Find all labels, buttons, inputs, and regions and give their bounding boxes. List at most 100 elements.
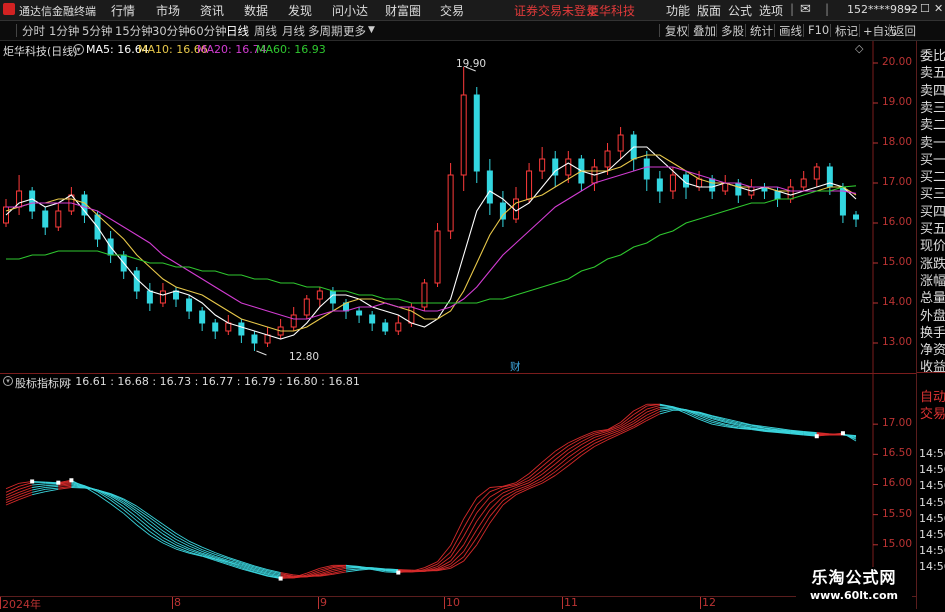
chevron-down-icon[interactable]: ▼ [368,25,375,35]
side-quote-label: 卖一 [920,135,945,151]
x-tick-mark [562,597,563,609]
app-title: 通达信金融终端 [19,5,96,18]
side-quote-label: 净资 [920,343,945,359]
y-tick-label: 17.00 [881,417,912,430]
indicator-line-l6 [672,408,687,411]
candle-body [604,150,611,168]
x-tick-label: 11 [564,596,578,609]
menu-item-data[interactable]: 数据 [244,2,268,19]
period-monthly[interactable]: 月线 [282,23,305,39]
menu-item-trade[interactable]: 交易 [440,2,464,19]
toolbar-divider [688,24,689,37]
indicator-line-l5 [5,494,20,501]
indicator-line-l5 [18,489,33,496]
indicator-line-l5 [659,407,673,410]
period-60min[interactable]: 60分钟 [189,23,227,39]
candle-body [29,190,36,212]
tick-time-label: 14:56 [919,447,945,460]
indicator-line-l1 [5,482,20,490]
candle-body [617,134,624,152]
side-quote-label: 卖四 [920,83,945,99]
menu-item-formula[interactable]: 公式 [728,2,752,19]
login-notice[interactable]: 证券交易未登录 [514,2,598,19]
candle-body [696,178,703,188]
period-5min[interactable]: 5分钟 [82,23,112,39]
minimize-icon[interactable]: — [904,2,915,15]
watermark-url: www.60lt.com [809,589,899,602]
close-icon[interactable]: ✕ [934,2,943,15]
turning-point-marker [69,478,74,483]
menu-item-options[interactable]: 选项 [759,2,783,19]
tick-time-label: 14:56 [919,528,945,541]
menu-item-ask[interactable]: 问小达 [332,2,368,19]
watermark-title: 乐淘公式网 [811,568,897,587]
period-15min[interactable]: 15分钟 [115,23,153,39]
menu-item-markets[interactable]: 市场 [156,2,180,19]
draw-line-button[interactable]: 画线 [779,23,802,39]
ma-line-ma60 [6,185,857,304]
period-weekly[interactable]: 周线 [254,23,277,39]
indicator-line-l2 [5,485,20,493]
restore-rights-button[interactable]: 复权 [665,23,688,39]
menu-item-function[interactable]: 功能 [666,2,690,19]
candle-body [199,310,206,324]
candle-body [159,290,166,304]
period-more[interactable]: 更多 [343,23,366,39]
indicator-line-l7 [136,505,151,516]
candle-body [669,174,676,192]
mark-button[interactable]: 标记 [835,23,858,39]
side-divider [917,372,945,373]
turning-point-marker [56,480,61,485]
indicator-line-l7 [411,569,425,572]
add-favorite-button[interactable]: +自选 [863,23,896,39]
finance-event-marker[interactable]: 财 [510,359,521,374]
indicator-settings-icon[interactable]: ▾ [3,376,13,386]
menu-item-market[interactable]: 行情 [111,2,135,19]
x-tick-label: 2024年 [2,598,41,611]
menu-item-wealth[interactable]: 财富圈 [385,2,421,19]
tick-time-label: 14:56 [919,544,945,558]
multi-stock-button[interactable]: 多股 [721,23,744,39]
menu-item-layout[interactable]: 版面 [697,2,721,19]
candle-body [813,166,820,180]
mail-icon[interactable]: ✉ [800,2,811,17]
menu-item-news[interactable]: 资讯 [200,2,224,19]
back-button[interactable]: 返回 [893,23,916,39]
settings-icon[interactable]: ▾ [73,44,84,55]
side-quote-label: 外盘 [920,308,945,324]
candle-body [539,158,546,172]
y-tick-label: 19.00 [881,96,912,108]
menu-item-discover[interactable]: 发现 [288,2,312,19]
overlay-button[interactable]: 叠加 [693,23,716,39]
auto-trade-label-2[interactable]: 交易 [920,403,945,422]
x-tick-label: 8 [174,596,181,609]
period-daily[interactable]: 日线 [226,23,249,39]
maximize-icon[interactable]: ☐ [920,2,930,15]
candle-body [238,322,245,336]
toolbar-divider [659,24,660,37]
indicator-chart[interactable] [0,374,916,596]
period-30min[interactable]: 30分钟 [152,23,190,39]
candle-body [42,210,49,228]
candle-body [55,210,62,228]
f10-button[interactable]: F10 [808,23,829,37]
candle-body [173,290,179,300]
candle-body [486,170,493,204]
tick-time-label: 14:56 [919,511,945,525]
statistics-button[interactable]: 统计 [750,23,773,39]
y-tick-label: 15.50 [881,507,912,520]
candle-body [264,334,271,344]
toolbar-divider [889,24,890,37]
candlestick-chart[interactable] [0,41,916,373]
turning-point-marker [840,431,845,436]
x-tick-label: 12 [702,596,716,609]
tick-time-label: 14:56 [919,479,945,493]
side-quote-label: 卖五 [920,66,945,82]
toolbar-divider [830,24,831,37]
indicator-line-l5 [45,485,59,488]
period-1min[interactable]: 1分钟 [49,23,79,39]
low-pointer [256,350,267,356]
period-multi[interactable]: 多周期 [308,23,343,39]
collapse-icon[interactable]: ◇ [855,42,863,55]
period-intraday[interactable]: 分时 [22,23,45,39]
